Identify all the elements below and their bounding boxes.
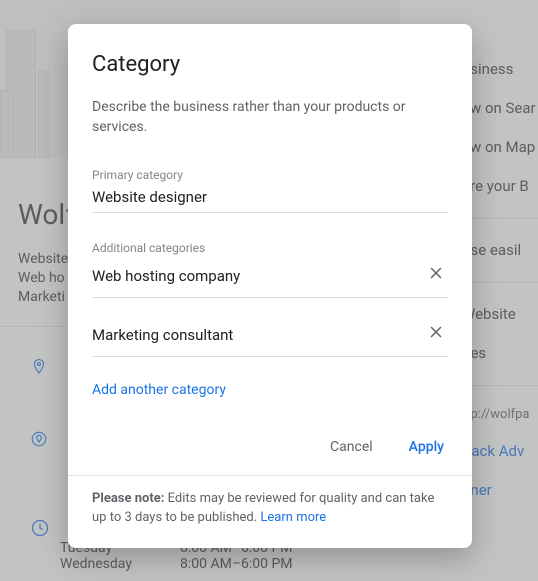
dialog-footnote: Please note: Edits may be reviewed for q…: [68, 475, 472, 548]
note-prefix: Please note:: [92, 491, 164, 506]
cancel-button[interactable]: Cancel: [326, 433, 377, 461]
remove-category-button[interactable]: [418, 255, 454, 291]
dialog-actions: Cancel Apply: [68, 417, 472, 475]
close-icon: [427, 323, 445, 341]
additional-categories-label: Additional categories: [92, 241, 448, 255]
apply-button[interactable]: Apply: [405, 433, 448, 461]
primary-category-input[interactable]: Website designer: [92, 188, 448, 213]
dialog-title: Category: [92, 52, 448, 77]
additional-category-row: Marketing consultant: [92, 320, 448, 357]
close-icon: [427, 264, 445, 282]
learn-more-link[interactable]: Learn more: [260, 510, 326, 525]
add-category-link[interactable]: Add another category: [92, 382, 226, 398]
additional-category-row: Web hosting company: [92, 261, 448, 298]
additional-category-input[interactable]: Web hosting company: [92, 267, 418, 285]
additional-category-input[interactable]: Marketing consultant: [92, 326, 418, 344]
remove-category-button[interactable]: [418, 314, 454, 350]
primary-category-label: Primary category: [92, 168, 448, 182]
category-dialog: Category Describe the business rather th…: [68, 24, 472, 548]
dialog-description: Describe the business rather than your p…: [92, 97, 448, 138]
additional-categories-list: Web hosting company Marketing consultant: [92, 261, 448, 357]
dialog-body: Category Describe the business rather th…: [68, 24, 472, 417]
